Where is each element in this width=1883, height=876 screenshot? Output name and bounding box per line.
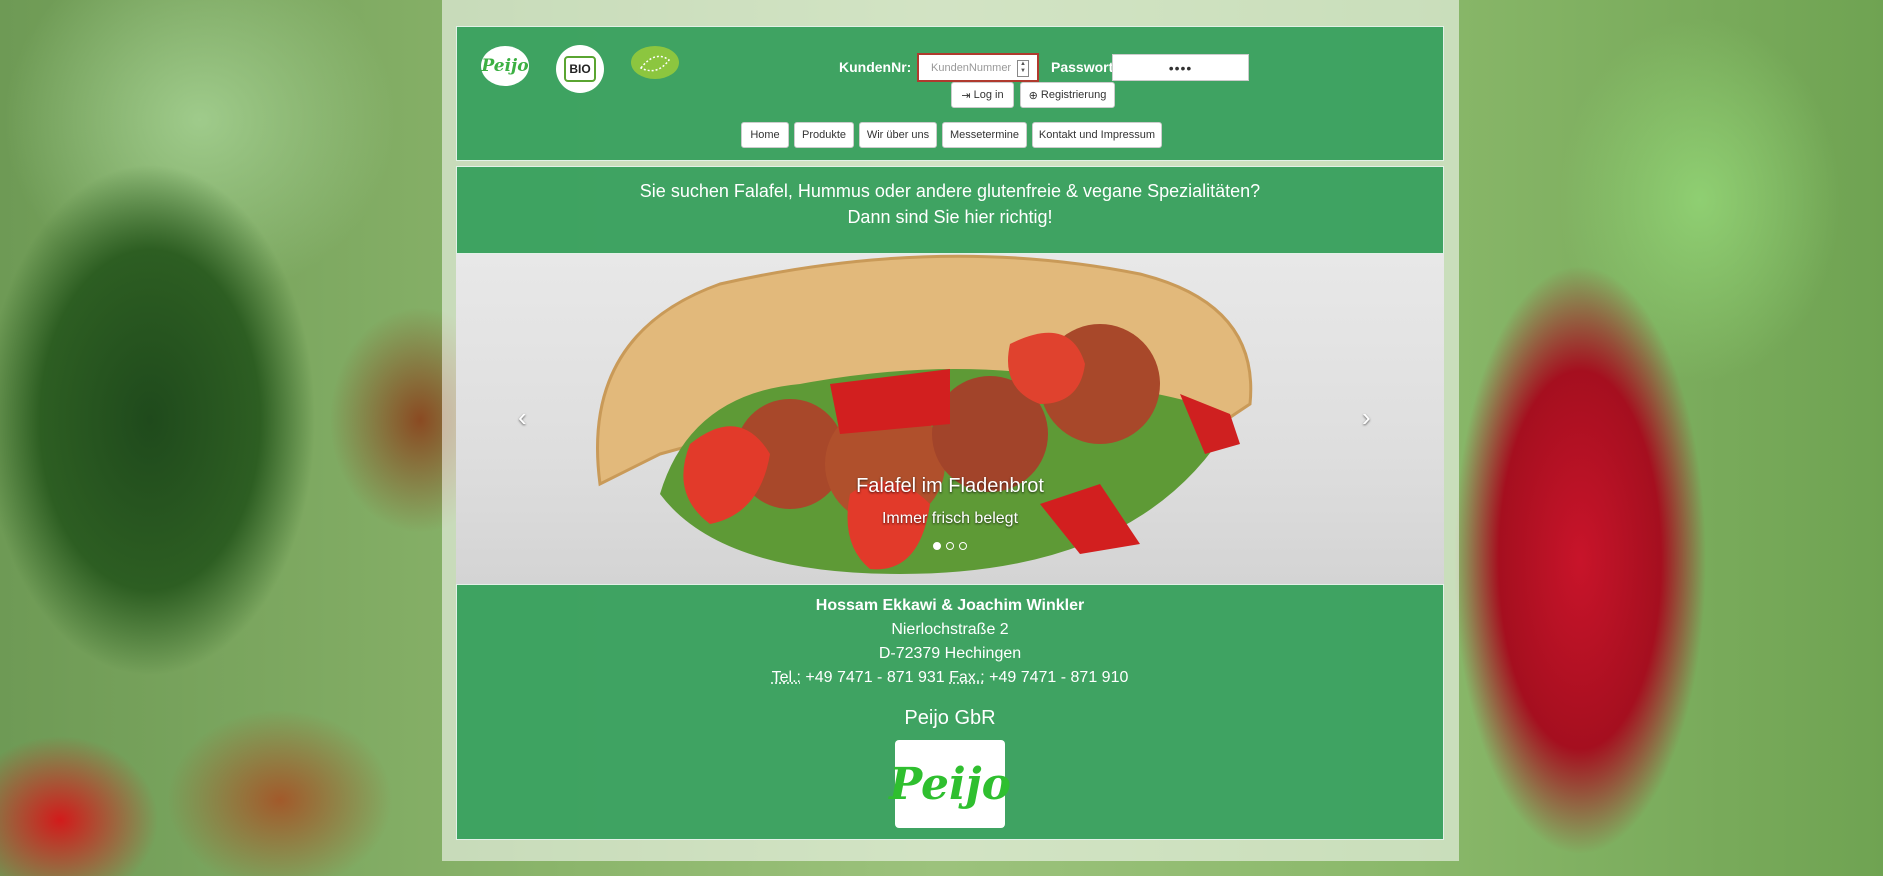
carousel-dot-3[interactable]	[959, 542, 967, 550]
carousel-prev-icon[interactable]: ‹	[518, 402, 527, 433]
carousel-dot-1[interactable]	[933, 542, 941, 550]
login-button-label: Log in	[973, 89, 1004, 101]
header: Peijo BIO KundenNr: KundenNummer ▲ ▼ Pass…	[456, 26, 1444, 161]
banner-line-1: Sie suchen Falafel, Hummus oder andere g…	[639, 181, 1261, 201]
tel-label: Tel.:	[771, 669, 801, 686]
intro-banner: Sie suchen Falafel, Hummus oder andere g…	[456, 166, 1444, 254]
nav-messetermine[interactable]: Messetermine	[942, 122, 1027, 148]
register-icon: ⊕	[1028, 89, 1038, 102]
carousel-dot-2[interactable]	[946, 542, 954, 550]
peijo-footer-logo: Peijo	[889, 740, 1011, 828]
passwort-label: Passwort:	[1051, 59, 1118, 75]
nav-kontakt-impressum[interactable]: Kontakt und Impressum	[1032, 122, 1162, 148]
eu-organic-logo	[631, 46, 679, 79]
city-address: D-72379 Hechingen	[878, 645, 1022, 662]
password-input[interactable]: ••••	[1112, 54, 1249, 81]
nav-wir-ueber-uns[interactable]: Wir über uns	[859, 122, 937, 148]
nav-home[interactable]: Home	[741, 122, 789, 148]
carousel-indicators	[456, 542, 1444, 550]
company-name: Peijo GbR	[904, 707, 996, 729]
phone-fax-line: Tel.: +49 7471 - 871 931 Fax.: +49 7471 …	[457, 669, 1443, 687]
kunden-placeholder: KundenNummer	[931, 61, 1012, 74]
register-button[interactable]: ⊕ Registrierung	[1020, 82, 1115, 108]
banner-line-2: Dann sind Sie hier richtig!	[847, 207, 1053, 227]
kunden-label: KundenNr:	[839, 59, 912, 75]
bio-seal-logo: BIO	[556, 45, 604, 93]
carousel-caption-subtitle: Immer frisch belegt	[881, 510, 1019, 527]
page-container: Peijo BIO KundenNr: KundenNummer ▲ ▼ Pass…	[442, 0, 1459, 861]
carousel-next-icon[interactable]: ›	[1362, 402, 1371, 433]
street-address: Nierlochstraße 2	[891, 621, 1009, 638]
owner-names: Hossam Ekkawi & Joachim Winkler	[815, 597, 1085, 614]
tel-number: +49 7471 - 871 931	[805, 669, 945, 686]
falafel-pita-image	[596, 254, 1253, 574]
kunden-number-input[interactable]: KundenNummer ▲ ▼	[917, 53, 1039, 82]
fax-number: +49 7471 - 871 910	[989, 669, 1129, 686]
footer-contact: Hossam Ekkawi & Joachim Winkler Nierloch…	[456, 584, 1444, 840]
login-button[interactable]: ⇥ Log in	[951, 82, 1014, 108]
register-button-label: Registrierung	[1040, 89, 1107, 101]
bio-seal-text: BIO	[564, 56, 596, 82]
image-carousel[interactable]: ‹ › Falafel im Fladenbrot Immer frisch b…	[456, 254, 1444, 584]
eu-leaf-icon	[639, 55, 671, 71]
nav-produkte[interactable]: Produkte	[794, 122, 854, 148]
number-spinner-icon[interactable]: ▲ ▼	[1017, 60, 1029, 77]
peijo-logo[interactable]: Peijo	[481, 46, 529, 86]
carousel-caption-title: Falafel im Fladenbrot	[856, 475, 1044, 497]
login-icon: ⇥	[961, 89, 971, 102]
fax-label: Fax.:	[949, 669, 985, 686]
